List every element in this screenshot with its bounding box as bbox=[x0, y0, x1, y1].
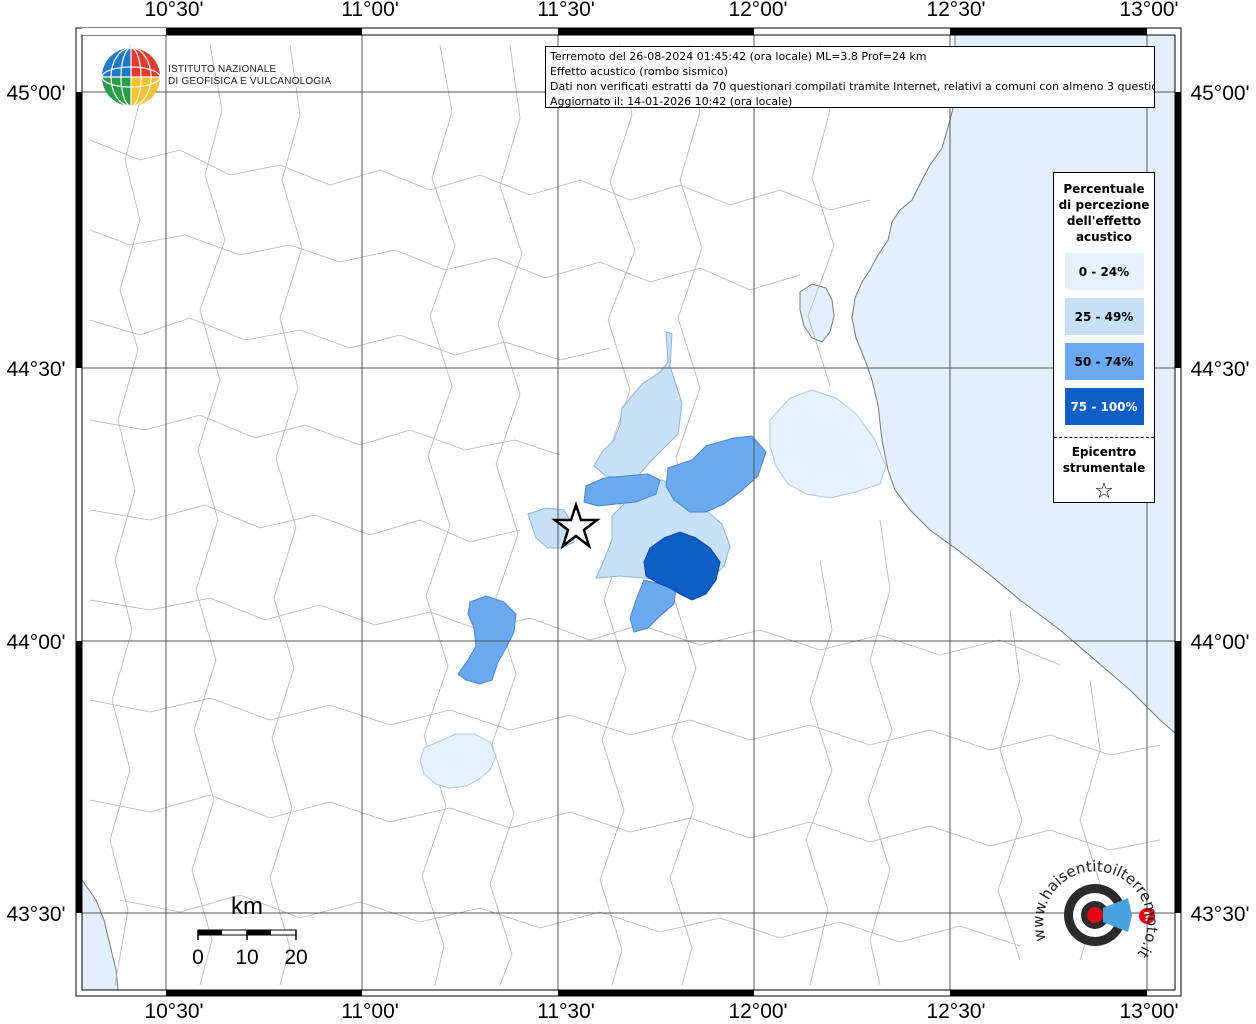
lon-label-bottom-5: 12°30' bbox=[926, 1000, 985, 1023]
lat-label-left-3: 44°00' bbox=[6, 631, 65, 654]
legend-item-75-100: 75 - 100% bbox=[1064, 388, 1144, 425]
legend-epicenter-line-2: strumentale bbox=[1062, 461, 1146, 475]
legend-title-line-1: Percentuale bbox=[1063, 182, 1145, 196]
lon-label-top-5: 12°30' bbox=[926, 0, 985, 21]
lat-label-right-1: 45°00' bbox=[1190, 82, 1249, 105]
lat-label-right-3: 44°00' bbox=[1190, 631, 1249, 654]
legend-title-line-4: acustico bbox=[1075, 230, 1133, 244]
ingv-logo: ISTITUTO NAZIONALE DI GEOFISICA E VULCAN… bbox=[100, 46, 331, 108]
legend-title-line-2: di percezione bbox=[1058, 198, 1150, 212]
lat-label-left-4: 43°30' bbox=[6, 903, 65, 926]
ingv-line-1: ISTITUTO NAZIONALE bbox=[168, 64, 277, 75]
legend-title-line-3: dell'effetto bbox=[1066, 214, 1142, 228]
lon-label-bottom-2: 11°00' bbox=[341, 1000, 399, 1023]
legend: Percentuale di percezione dell'effetto a… bbox=[1053, 172, 1155, 504]
info-line-source: Dati non verificati estratti da 70 quest… bbox=[550, 80, 1155, 93]
lon-label-top-6: 13°00' bbox=[1119, 0, 1178, 21]
legend-separator bbox=[1054, 437, 1154, 438]
legend-epicenter-line-1: Epicentro bbox=[1071, 445, 1137, 459]
info-line-effect: Effetto acustico (rombo sismico) bbox=[550, 65, 728, 78]
lon-label-top-4: 12°00' bbox=[728, 0, 787, 21]
lat-label-right-2: 44°30' bbox=[1190, 358, 1249, 381]
ingv-line-2: DI GEOFISICA E VULCANOLOGIA bbox=[168, 76, 332, 87]
lat-label-left-2: 44°30' bbox=[6, 358, 65, 381]
lon-label-bottom-1: 10°30' bbox=[144, 1000, 203, 1023]
legend-item-50-74: 50 - 74% bbox=[1064, 343, 1144, 380]
earthquake-info-box: Terremoto del 26-08-2024 01:45:42 (ora l… bbox=[545, 46, 1155, 108]
legend-star-icon: ☆ bbox=[1094, 479, 1114, 504]
globe-icon bbox=[101, 47, 161, 107]
scale-tick-20: 20 bbox=[284, 946, 307, 969]
lon-label-bottom-6: 13°00' bbox=[1119, 1000, 1178, 1023]
scale-unit: km bbox=[231, 893, 263, 920]
lat-label-left-1: 45°00' bbox=[6, 82, 65, 105]
scale-tick-10: 10 bbox=[235, 946, 258, 969]
scale-tick-0: 0 bbox=[192, 946, 204, 969]
legend-item-25-49: 25 - 49% bbox=[1064, 298, 1144, 335]
lon-label-top-2: 11°00' bbox=[341, 0, 399, 21]
lon-label-bottom-4: 12°00' bbox=[728, 1000, 787, 1023]
legend-epicenter-label: Epicentro strumentale bbox=[1054, 444, 1154, 476]
info-line-event: Terremoto del 26-08-2024 01:45:42 (ora l… bbox=[550, 50, 927, 63]
info-line-updated: Aggiornato il: 14-01-2026 10:42 (ora loc… bbox=[550, 95, 793, 108]
lat-label-right-4: 43°30' bbox=[1190, 903, 1249, 926]
lon-label-top-1: 10°30' bbox=[144, 0, 203, 21]
legend-title: Percentuale di percezione dell'effetto a… bbox=[1054, 181, 1154, 245]
legend-item-0-24: 0 - 24% bbox=[1064, 253, 1144, 290]
map-canvas: 10°30' 11°00' 11°30' 12°00' 12°30' 13°00… bbox=[6, 0, 1249, 1023]
lon-label-top-3: 11°30' bbox=[537, 0, 595, 21]
lon-label-bottom-3: 11°30' bbox=[537, 1000, 595, 1023]
